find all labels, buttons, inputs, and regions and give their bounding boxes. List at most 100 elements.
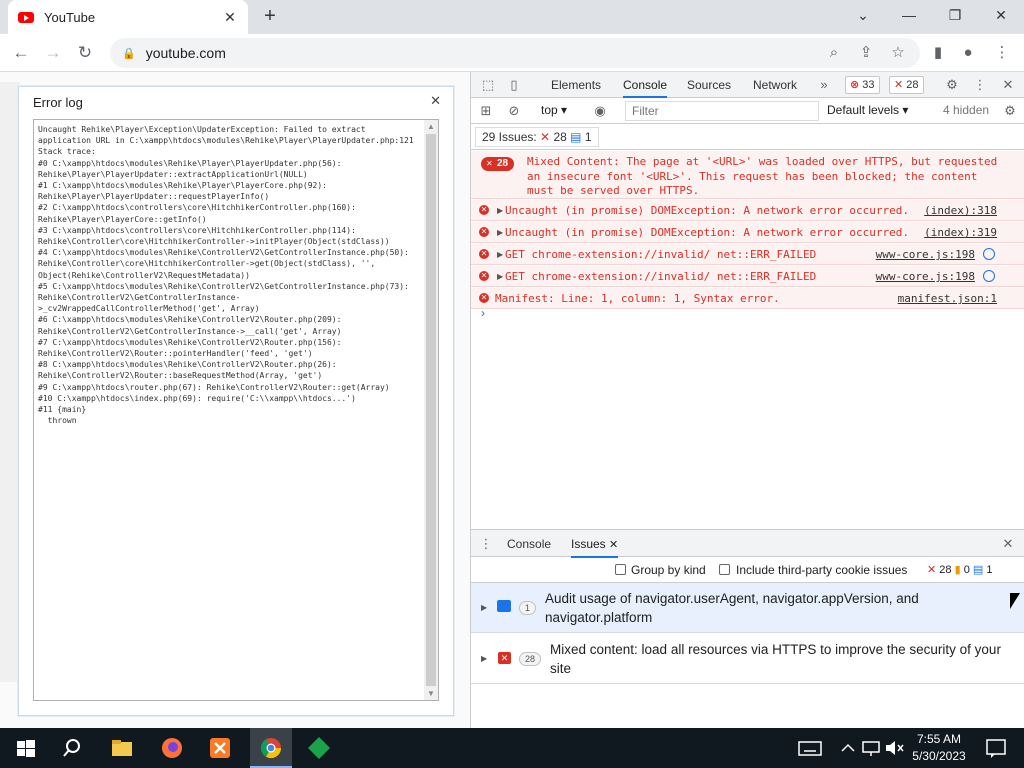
message-source-link[interactable]: www-core.js:198 (876, 248, 975, 261)
expand-triangle-icon[interactable]: ▶ (497, 228, 503, 237)
issue-info-icon: ▤ (972, 564, 984, 576)
drawer-menu-icon[interactable]: ⋮ (477, 535, 495, 553)
zoom-icon[interactable]: ⌕ (822, 40, 846, 66)
group-by-kind-checkbox[interactable] (615, 564, 626, 575)
error-icon: ✕ (479, 271, 489, 281)
browser-tab-youtube[interactable]: YouTube ✕ (8, 0, 248, 34)
firefox-icon[interactable] (158, 734, 186, 762)
close-devtools-icon[interactable]: ✕ (999, 76, 1017, 94)
error-log-textarea[interactable]: Uncaught Rehike\Player\Exception\Updater… (33, 119, 439, 701)
error-count-badge[interactable]: ⊗ 33 (845, 76, 880, 94)
error-log-scrollbar[interactable]: ▲ ▼ (424, 120, 438, 700)
console-message-row[interactable]: ✕ ▶ GET chrome-extension://invalid/ net:… (471, 266, 1024, 287)
issue-row-useragent[interactable]: ▶ 1 Audit usage of navigator.userAgent, … (471, 583, 1024, 633)
console-message-row[interactable]: ✕ Manifest: Line: 1, column: 1, Syntax e… (471, 288, 1024, 309)
issue-error-icon: ✕ (927, 564, 937, 576)
error-log-line: #6 C:\xampp\htdocs\modules\Rehike\Contro… (38, 315, 342, 325)
inspect-element-icon[interactable]: ⬚ (479, 76, 497, 94)
more-tabs-icon[interactable]: » (815, 76, 833, 94)
console-filter-input[interactable]: Filter (625, 101, 819, 121)
message-source-link[interactable]: (index):318 (924, 204, 997, 217)
new-tab-button[interactable]: + (258, 4, 282, 28)
console-message-row[interactable]: ✕ ▶ Uncaught (in promise) DOMException: … (471, 200, 1024, 221)
context-selector[interactable]: top ▾ (541, 103, 567, 117)
console-message-row[interactable]: ✕ ▶ Uncaught (in promise) DOMException: … (471, 222, 1024, 243)
device-toolbar-icon[interactable]: ▯ (505, 76, 523, 94)
close-drawer-icon[interactable]: ✕ (999, 535, 1017, 553)
menu-kebab-icon[interactable]: ⋮ (990, 40, 1014, 66)
back-button[interactable]: ← (8, 40, 34, 66)
console-prompt[interactable]: › (481, 306, 485, 320)
expand-triangle-icon[interactable]: ▶ (481, 654, 487, 663)
network-globe-icon[interactable] (983, 248, 995, 260)
notification-center-icon[interactable] (982, 734, 1010, 762)
live-expression-eye-icon[interactable]: ◉ (591, 102, 609, 120)
error-log-line: #5 C:\xampp\htdocs\modules\Rehike\Contro… (38, 281, 409, 291)
volume-muted-icon[interactable] (880, 734, 908, 762)
clear-console-icon[interactable]: ⊘ (505, 102, 523, 120)
issue-warning-icon: ▮ (954, 564, 961, 576)
third-party-checkbox[interactable] (719, 564, 730, 575)
share-icon[interactable]: ⇪ (854, 40, 878, 66)
drawer-tab-console[interactable]: Console (507, 530, 551, 558)
side-panel-icon[interactable]: ▮ (926, 40, 950, 66)
error-log-line: Object(Rehike\ControllerV2\RequestMetada… (38, 270, 250, 280)
tab-network[interactable]: Network (753, 72, 797, 98)
tab-sources[interactable]: Sources (687, 72, 731, 98)
tab-title: YouTube (44, 9, 96, 25)
tab-elements[interactable]: Elements (551, 72, 601, 98)
system-clock[interactable]: 7:55 AM 5/30/2023 (906, 731, 972, 765)
sidebar-toggle-icon[interactable]: ⊞ (477, 102, 495, 120)
reload-button[interactable]: ↻ (72, 40, 98, 66)
settings-gear-icon[interactable]: ⚙ (943, 76, 961, 94)
scroll-down-icon[interactable]: ▼ (424, 689, 438, 698)
console-message-row[interactable]: ✕ ▶ GET chrome-extension://invalid/ net:… (471, 244, 1024, 265)
expand-triangle-icon[interactable]: ▶ (497, 250, 503, 259)
green-app-icon[interactable] (305, 734, 333, 762)
close-tab-icon[interactable]: ✕ (222, 9, 238, 26)
address-bar[interactable]: 🔒 youtube.com (110, 38, 920, 68)
file-explorer-icon[interactable] (108, 734, 136, 762)
error-log-dialog: Error log ✕ Uncaught Rehike\Player\Excep… (18, 86, 454, 716)
expand-triangle-icon[interactable]: ▶ (497, 272, 503, 281)
error-log-line: >_cv2WrappedCallControllerMethod('get', … (38, 304, 260, 314)
error-log-line: #3 C:\xampp\htdocs\controllers\core\Hitc… (38, 225, 356, 235)
scrollbar-thumb[interactable] (426, 134, 436, 686)
devtools-tabbar: ⬚ ▯ Elements Console Sources Network » ⊗… (471, 72, 1024, 98)
devtools-menu-icon[interactable]: ⋮ (971, 76, 989, 94)
issues-summary-button[interactable]: 29 Issues: ✕ 28 ▤ 1 (475, 127, 599, 147)
minimize-button[interactable]: — (886, 0, 932, 30)
message-source-link[interactable]: www-core.js:198 (876, 270, 975, 283)
issue-row-mixed-content[interactable]: ▶ ✕ 28 Mixed content: load all resources… (471, 634, 1024, 684)
third-party-label: Include third-party cookie issues (736, 563, 908, 577)
keyboard-icon[interactable] (796, 734, 824, 762)
drawer-tab-issues[interactable]: Issues ✕ (571, 530, 619, 558)
issue-title: Mixed content: load all resources via HT… (550, 642, 1001, 676)
expand-triangle-icon[interactable]: ▶ (481, 603, 487, 612)
close-tab-icon[interactable]: ✕ (609, 539, 618, 551)
windows-start-icon[interactable] (12, 734, 40, 762)
forward-button[interactable]: → (40, 40, 66, 66)
close-window-button[interactable]: ✕ (978, 0, 1024, 30)
error-log-title: Error log (33, 95, 83, 110)
expand-triangle-icon[interactable]: ▶ (497, 206, 503, 215)
bookmark-star-icon[interactable]: ☆ (886, 40, 910, 66)
lock-icon[interactable]: 🔒 (122, 47, 136, 60)
message-source-link[interactable]: (index):319 (924, 226, 997, 239)
message-source-link[interactable]: manifest.json:1 (898, 292, 997, 305)
scroll-up-icon[interactable]: ▲ (424, 122, 438, 131)
restore-button[interactable]: ❐ (932, 0, 978, 30)
xampp-icon[interactable] (206, 734, 234, 762)
close-icon[interactable]: ✕ (430, 93, 441, 109)
issue-count-badge[interactable]: ✕ 28 (889, 76, 924, 94)
tab-search-icon[interactable]: ⌄ (840, 0, 886, 30)
log-levels-dropdown[interactable]: Default levels ▾ (827, 103, 908, 117)
tab-console[interactable]: Console (623, 72, 668, 98)
search-icon[interactable] (58, 734, 86, 762)
console-message-mixed-content[interactable]: 28 Mixed Content: The page at '<URL>' wa… (471, 151, 1024, 199)
message-repeat-count: 28 (481, 157, 515, 171)
console-settings-icon[interactable]: ⚙ (1001, 102, 1019, 120)
profile-avatar-icon[interactable]: ● (956, 40, 980, 66)
network-globe-icon[interactable] (983, 270, 995, 282)
chrome-icon[interactable] (257, 734, 285, 762)
